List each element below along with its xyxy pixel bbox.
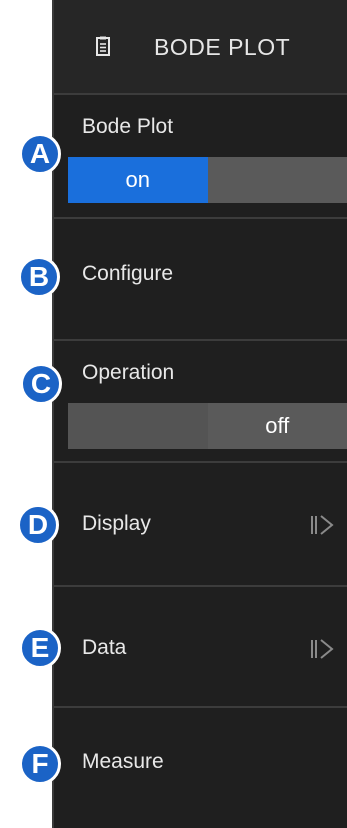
display-menu-item[interactable]: Display [54, 463, 347, 587]
callout-badge-d: D [17, 504, 59, 546]
data-menu-item[interactable]: Data [54, 587, 347, 708]
bode-plot-menu-panel: BODE PLOT Bode Plot on Configure Operati… [52, 0, 347, 828]
menu-title: BODE PLOT [154, 34, 291, 60]
clipboard-icon [96, 36, 110, 56]
callout-badge-b: B [18, 256, 60, 298]
operation-label: Operation [82, 361, 175, 384]
configure-menu-item[interactable]: Configure [54, 219, 347, 341]
bode-plot-toggle[interactable]: on [68, 157, 347, 203]
operation-toggle[interactable]: off [68, 403, 347, 449]
callout-badge-e: E [19, 627, 61, 669]
menu-header: BODE PLOT [54, 0, 347, 95]
bode-plot-off-option[interactable] [207, 157, 347, 203]
callout-badge-c: C [20, 363, 62, 405]
data-label: Data [82, 636, 127, 659]
callout-badge-a: A [19, 133, 61, 175]
measure-menu-item[interactable]: Measure [54, 708, 347, 828]
bode-plot-label: Bode Plot [82, 115, 174, 138]
bode-plot-menu-item[interactable]: Bode Plot on [54, 95, 347, 219]
callout-badge-f: F [19, 743, 61, 785]
bode-plot-on-option[interactable]: on [68, 157, 208, 203]
measure-label: Measure [82, 750, 164, 773]
configure-label: Configure [82, 262, 174, 285]
operation-on-option[interactable] [68, 403, 208, 449]
operation-off-option[interactable]: off [207, 403, 347, 449]
display-label: Display [82, 512, 151, 535]
submenu-arrow-icon [311, 515, 334, 535]
submenu-arrow-icon [311, 639, 334, 659]
operation-menu-item[interactable]: Operation off [54, 341, 347, 463]
